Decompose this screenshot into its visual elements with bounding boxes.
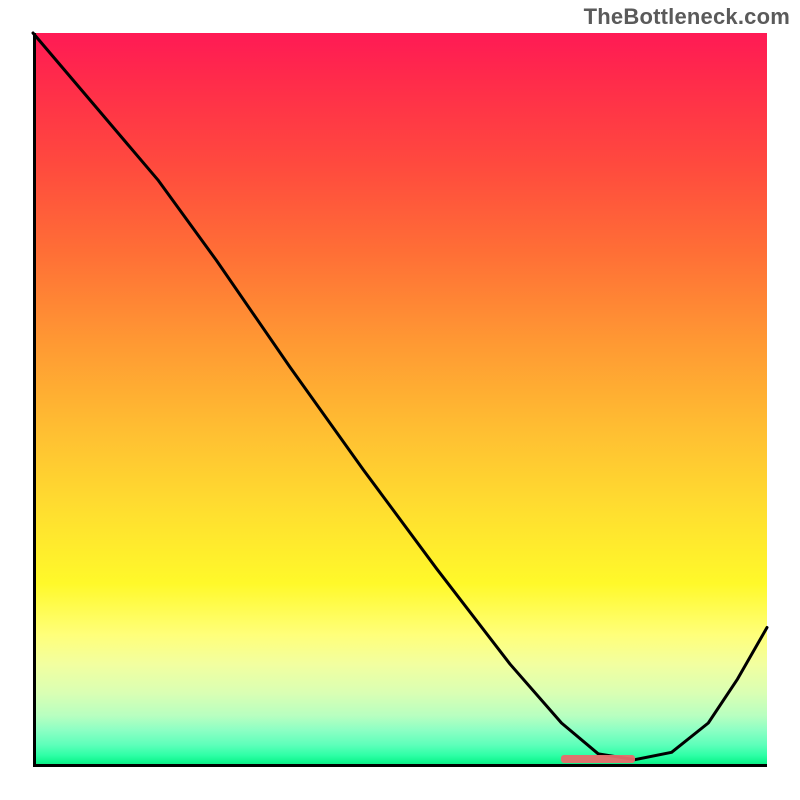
line-series xyxy=(33,33,767,767)
curve-path xyxy=(33,33,767,760)
chart-frame: TheBottleneck.com xyxy=(0,0,800,800)
plot-area xyxy=(33,33,767,767)
watermark-text: TheBottleneck.com xyxy=(584,4,790,30)
highlight-bar xyxy=(561,755,634,763)
